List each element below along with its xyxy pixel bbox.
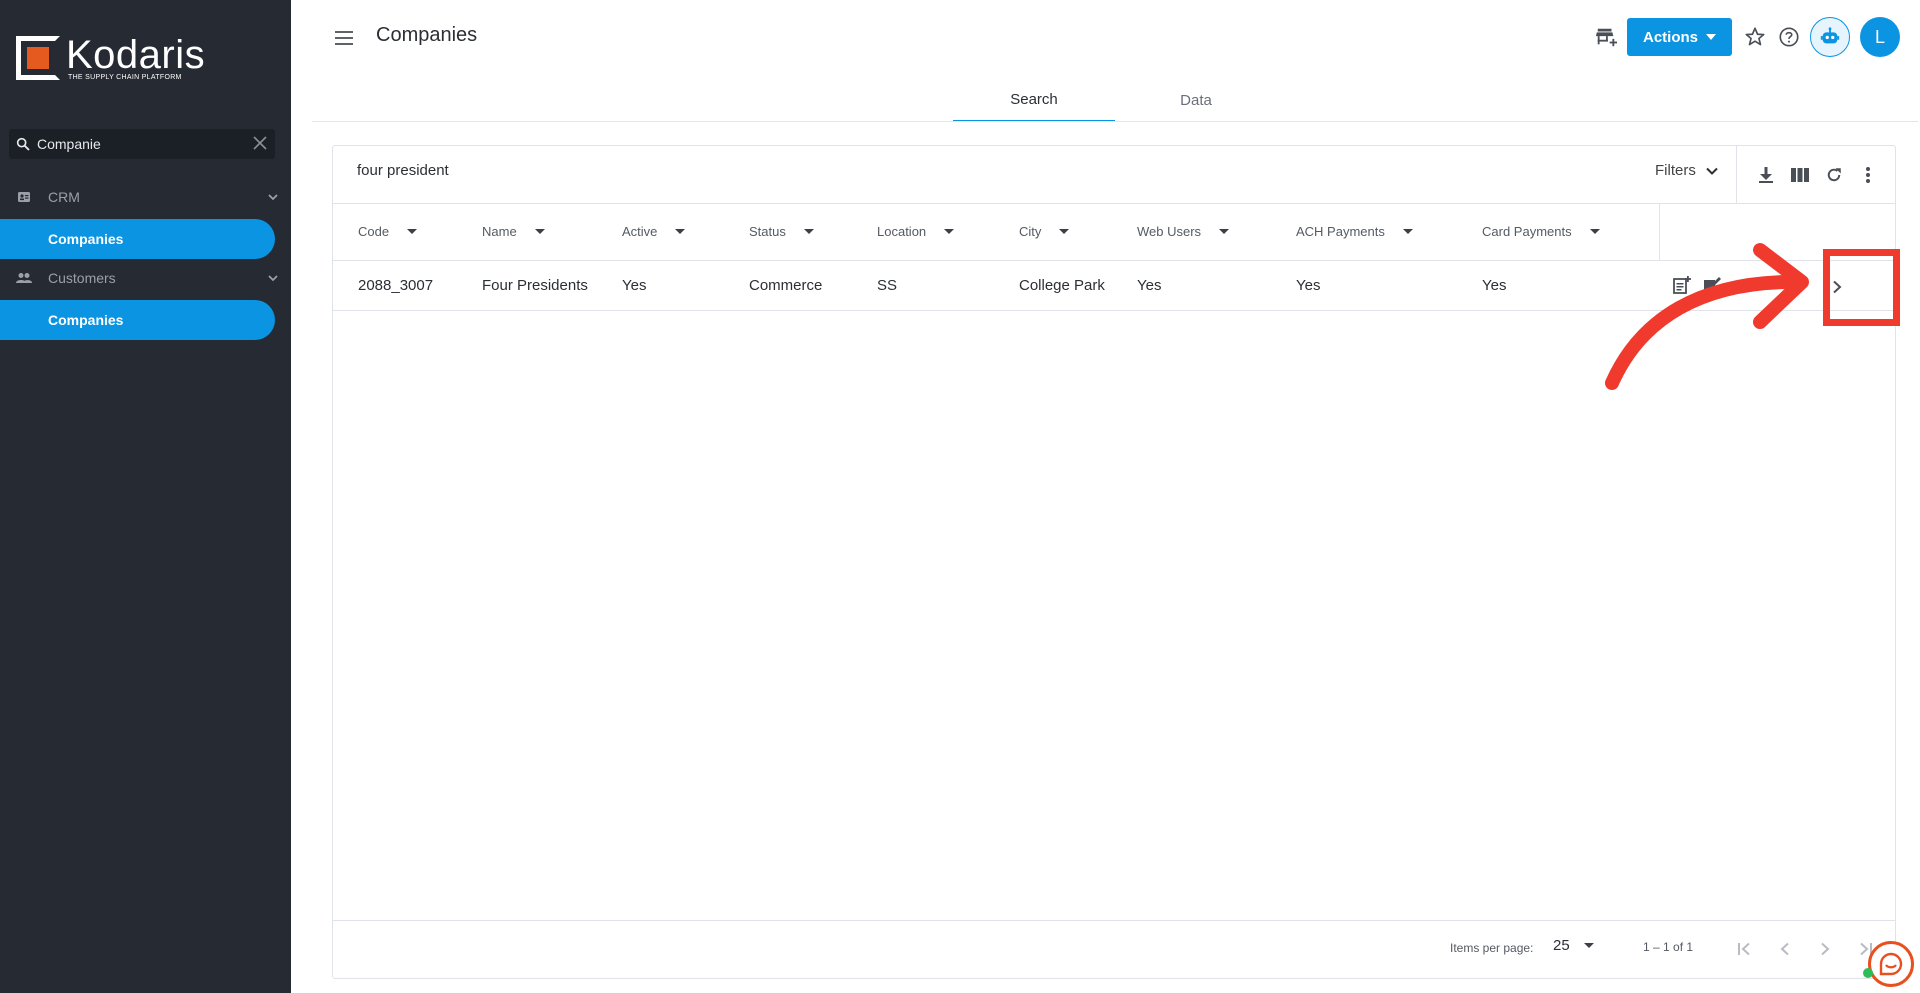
tab-bar: Search Data	[953, 78, 1277, 122]
sort-icon	[1589, 229, 1600, 234]
sort-icon	[803, 229, 814, 234]
hamburger-menu-icon[interactable]	[332, 26, 356, 50]
search-icon	[9, 136, 37, 152]
filters-button[interactable]: Filters	[1655, 162, 1718, 179]
column-header-city[interactable]: City	[1019, 224, 1070, 239]
sort-icon	[1402, 229, 1413, 234]
column-label: Status	[749, 224, 786, 239]
people-icon	[0, 272, 48, 284]
sidebar-search-input[interactable]	[37, 136, 245, 152]
contact-card-icon	[0, 190, 48, 204]
column-header-status[interactable]: Status	[749, 224, 814, 239]
column-label: Name	[482, 224, 517, 239]
cell-active: Yes	[622, 277, 647, 294]
first-page-icon[interactable]	[1729, 933, 1761, 965]
caret-down-icon	[1583, 943, 1594, 948]
column-header-code[interactable]: Code	[358, 224, 418, 239]
clear-search-icon[interactable]	[245, 133, 275, 156]
sidebar: Kodaris THE SUPPLY CHAIN PLATFORM CRM Co…	[0, 0, 291, 993]
annotation-highlight-box	[1823, 249, 1900, 326]
range-label: 1 – 1 of 1	[1643, 940, 1694, 954]
sort-icon	[1059, 229, 1070, 234]
cell-city: College Park	[1019, 277, 1105, 294]
chevron-down-icon	[1706, 162, 1718, 179]
sidebar-group-label: CRM	[48, 189, 80, 205]
toolbar-divider	[1736, 146, 1737, 204]
cell-location: SS	[877, 277, 898, 294]
actions-button[interactable]: Actions	[1626, 18, 1732, 56]
tab-divider	[312, 121, 1918, 122]
column-header-name[interactable]: Name	[482, 224, 545, 239]
column-header-active[interactable]: Active	[622, 224, 686, 239]
star-icon[interactable]	[1738, 20, 1772, 54]
user-avatar[interactable]: L	[1860, 17, 1900, 57]
chat-widget-icon[interactable]	[1868, 941, 1914, 987]
column-header-card-payments[interactable]: Card Payments	[1482, 224, 1600, 239]
tab-search[interactable]: Search	[953, 78, 1115, 122]
search-query-input[interactable]	[357, 162, 957, 179]
sort-icon	[534, 229, 545, 234]
tab-data[interactable]: Data	[1115, 78, 1277, 122]
column-label: Active	[622, 224, 658, 239]
column-header-location[interactable]: Location	[877, 224, 955, 239]
sort-icon	[407, 229, 418, 234]
sidebar-item-label: Companies	[48, 312, 124, 328]
sidebar-group-label: Customers	[48, 270, 116, 286]
add-store-icon[interactable]	[1589, 20, 1623, 54]
items-per-page-label: Items per page:	[1450, 941, 1534, 955]
logo-text: Kodaris THE SUPPLY CHAIN PLATFORM	[66, 32, 206, 81]
toolbar-icons	[1751, 160, 1883, 190]
kodaris-logo[interactable]: Kodaris THE SUPPLY CHAIN PLATFORM	[16, 34, 205, 82]
sidebar-item-crm-companies[interactable]: Companies	[0, 219, 275, 259]
column-label: Card Payments	[1482, 224, 1572, 239]
sidebar-group-customers[interactable]: Customers	[0, 258, 291, 298]
caret-down-icon	[1706, 34, 1716, 40]
actions-label: Actions	[1642, 28, 1698, 46]
column-label: Web Users	[1137, 224, 1202, 239]
app-root: Kodaris THE SUPPLY CHAIN PLATFORM CRM Co…	[0, 0, 1920, 993]
previous-page-icon[interactable]	[1769, 933, 1801, 965]
column-label: ACH Payments	[1296, 224, 1385, 239]
cell-code: 2088_3007	[358, 277, 434, 294]
column-header-web-users[interactable]: Web Users	[1137, 224, 1230, 239]
pager-buttons	[1729, 933, 1881, 965]
column-header-ach-payments[interactable]: ACH Payments	[1296, 224, 1413, 239]
column-label: Location	[877, 224, 927, 239]
more-vert-icon[interactable]	[1853, 160, 1883, 190]
logo-mark-icon	[16, 36, 60, 80]
cell-web-users: Yes	[1137, 277, 1162, 294]
cell-ach-payments: Yes	[1296, 277, 1321, 294]
refresh-icon[interactable]	[1819, 160, 1849, 190]
online-status-dot	[1863, 968, 1873, 978]
cell-card-payments: Yes	[1482, 277, 1507, 294]
sort-icon	[1219, 229, 1230, 234]
next-page-icon[interactable]	[1809, 933, 1841, 965]
chevron-down-icon	[255, 271, 291, 285]
filters-label: Filters	[1655, 162, 1696, 179]
sidebar-group-crm[interactable]: CRM	[0, 177, 291, 217]
columns-icon[interactable]	[1785, 160, 1815, 190]
page-title: Companies	[376, 24, 478, 46]
sidebar-item-customers-companies[interactable]: Companies	[0, 300, 275, 340]
column-label: Code	[358, 224, 390, 239]
assistant-bot-icon[interactable]	[1810, 17, 1850, 57]
sort-icon	[675, 229, 686, 234]
column-label: City	[1019, 224, 1042, 239]
chevron-down-icon	[255, 190, 291, 204]
items-per-page-value: 25	[1553, 937, 1570, 954]
download-icon[interactable]	[1751, 160, 1781, 190]
sidebar-item-label: Companies	[48, 231, 124, 247]
sidebar-search	[9, 129, 275, 159]
items-per-page-select[interactable]: 25	[1553, 937, 1594, 954]
cell-status: Commerce	[749, 277, 823, 294]
header-actions: Actions L	[1589, 16, 1900, 58]
cell-name: Four Presidents	[482, 277, 588, 294]
brand-tagline: THE SUPPLY CHAIN PLATFORM	[68, 73, 182, 81]
help-icon[interactable]	[1772, 20, 1806, 54]
brand-name: Kodaris	[66, 32, 206, 77]
search-toolbar: Filters	[333, 146, 1895, 204]
annotation-arrow-icon	[1605, 243, 1809, 390]
sort-icon	[944, 229, 955, 234]
paginator: Items per page: 25 1 – 1 of 1	[333, 920, 1895, 978]
